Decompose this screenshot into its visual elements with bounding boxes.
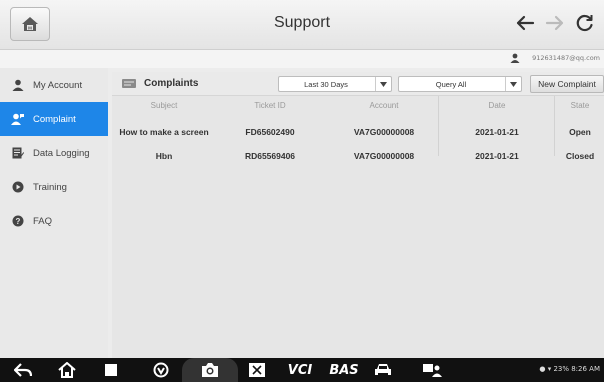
arrow-left-icon [516,15,535,31]
table-row[interactable]: How to make a screen FD65602490 VA7G0000… [112,120,604,144]
system-status: ● ▾ 23% 8:26 AM [539,365,600,373]
vehicle-button[interactable] [372,362,394,378]
cell-date: 2021-01-21 [475,151,519,161]
recents-icon [105,364,117,376]
arrow-right-icon [545,15,564,31]
training-icon [11,180,25,194]
complaints-icon [122,79,136,88]
back-nav-button[interactable] [12,362,34,378]
cell-state: Closed [565,151,595,161]
query-select[interactable]: Query All [398,76,522,92]
screen-record-icon [249,363,265,377]
back-icon [14,363,32,377]
cell-date: 2021-01-21 [475,127,519,137]
sidebar-item-label: Complaint [33,113,76,125]
autel-app-button[interactable] [150,362,172,378]
app-header: M Support [0,0,604,50]
camera-icon [202,363,218,377]
remote-expert-button[interactable] [420,362,446,378]
status-icons: ● ▾ [539,365,554,373]
cell-subject: Hbn [155,151,173,161]
cell-ticket-id: RD65569406 [244,151,296,161]
battery-time: 23% 8:26 AM [553,365,600,373]
complaint-icon [11,112,25,126]
faq-icon: ? [11,214,25,228]
column-header-state: State [570,101,590,110]
sidebar-item-label: Training [33,181,67,193]
forward-button[interactable] [542,10,568,36]
screen-record-button[interactable] [246,362,268,378]
column-header-account: Account [369,101,399,110]
complaints-title: Complaints [144,78,199,89]
remote-expert-icon [423,364,442,377]
vci-button[interactable]: VCI [282,362,318,378]
sidebar-item-training[interactable]: Training [0,170,108,204]
car-icon [375,364,391,375]
cell-subject: How to make a screen [119,127,209,137]
period-select-value: Last 30 Days [304,80,348,89]
cell-account: VA7G00000008 [353,151,415,161]
shield-icon [153,362,169,378]
sidebar-item-label: My Account [33,79,83,91]
table-row[interactable]: Hbn RD65569406 VA7G00000008 2021-01-21 C… [112,144,604,168]
column-header-date: Date [488,101,506,110]
sidebar-item-complaint[interactable]: Complaint [0,102,108,136]
complaints-toolbar: Complaints Last 30 Days Query All New Co… [112,72,604,96]
sidebar: My Account Complaint Data Logging Traini… [0,68,108,358]
period-select[interactable]: Last 30 Days [278,76,392,92]
chevron-down-icon [375,77,391,91]
user-email: 912631487@qq.com [532,54,600,62]
bas-label: BAS [329,362,359,378]
table-header: Subject Ticket ID Account Date State [112,96,604,116]
home-nav-button[interactable] [56,362,78,378]
column-header-ticket-id: Ticket ID [254,101,286,110]
sidebar-item-label: FAQ [33,215,53,227]
user-bar: 912631487@qq.com [0,50,604,68]
bas-button[interactable]: BAS [326,362,362,378]
user-icon [510,53,520,63]
cell-account: VA7G00000008 [353,127,415,137]
chevron-down-icon [505,77,521,91]
data-logging-icon [11,146,25,160]
screenshot-button[interactable] [199,362,221,378]
refresh-button[interactable] [572,10,598,36]
sidebar-item-data-logging[interactable]: Data Logging [0,136,108,170]
complaints-panel: Complaints Last 30 Days Query All New Co… [112,72,604,358]
sidebar-item-faq[interactable]: ? FAQ [0,204,108,238]
vci-label: VCI [287,362,313,378]
cell-state: Open [569,127,591,137]
refresh-icon [576,14,593,32]
back-button[interactable] [512,10,538,36]
sidebar-item-my-account[interactable]: My Account [0,68,108,102]
sidebar-item-label: Data Logging [33,147,90,159]
user-icon [11,78,25,92]
cell-ticket-id: FD65602490 [245,127,295,137]
home-icon [58,362,76,378]
column-header-subject: Subject [150,101,178,110]
recents-nav-button[interactable] [100,362,122,378]
system-navbar: VCI BAS ● ▾ 23% 8:26 AM [0,358,604,382]
svg-text:?: ? [16,217,21,226]
new-complaint-button[interactable]: New Complaint [530,75,604,93]
query-select-value: Query All [435,80,467,89]
